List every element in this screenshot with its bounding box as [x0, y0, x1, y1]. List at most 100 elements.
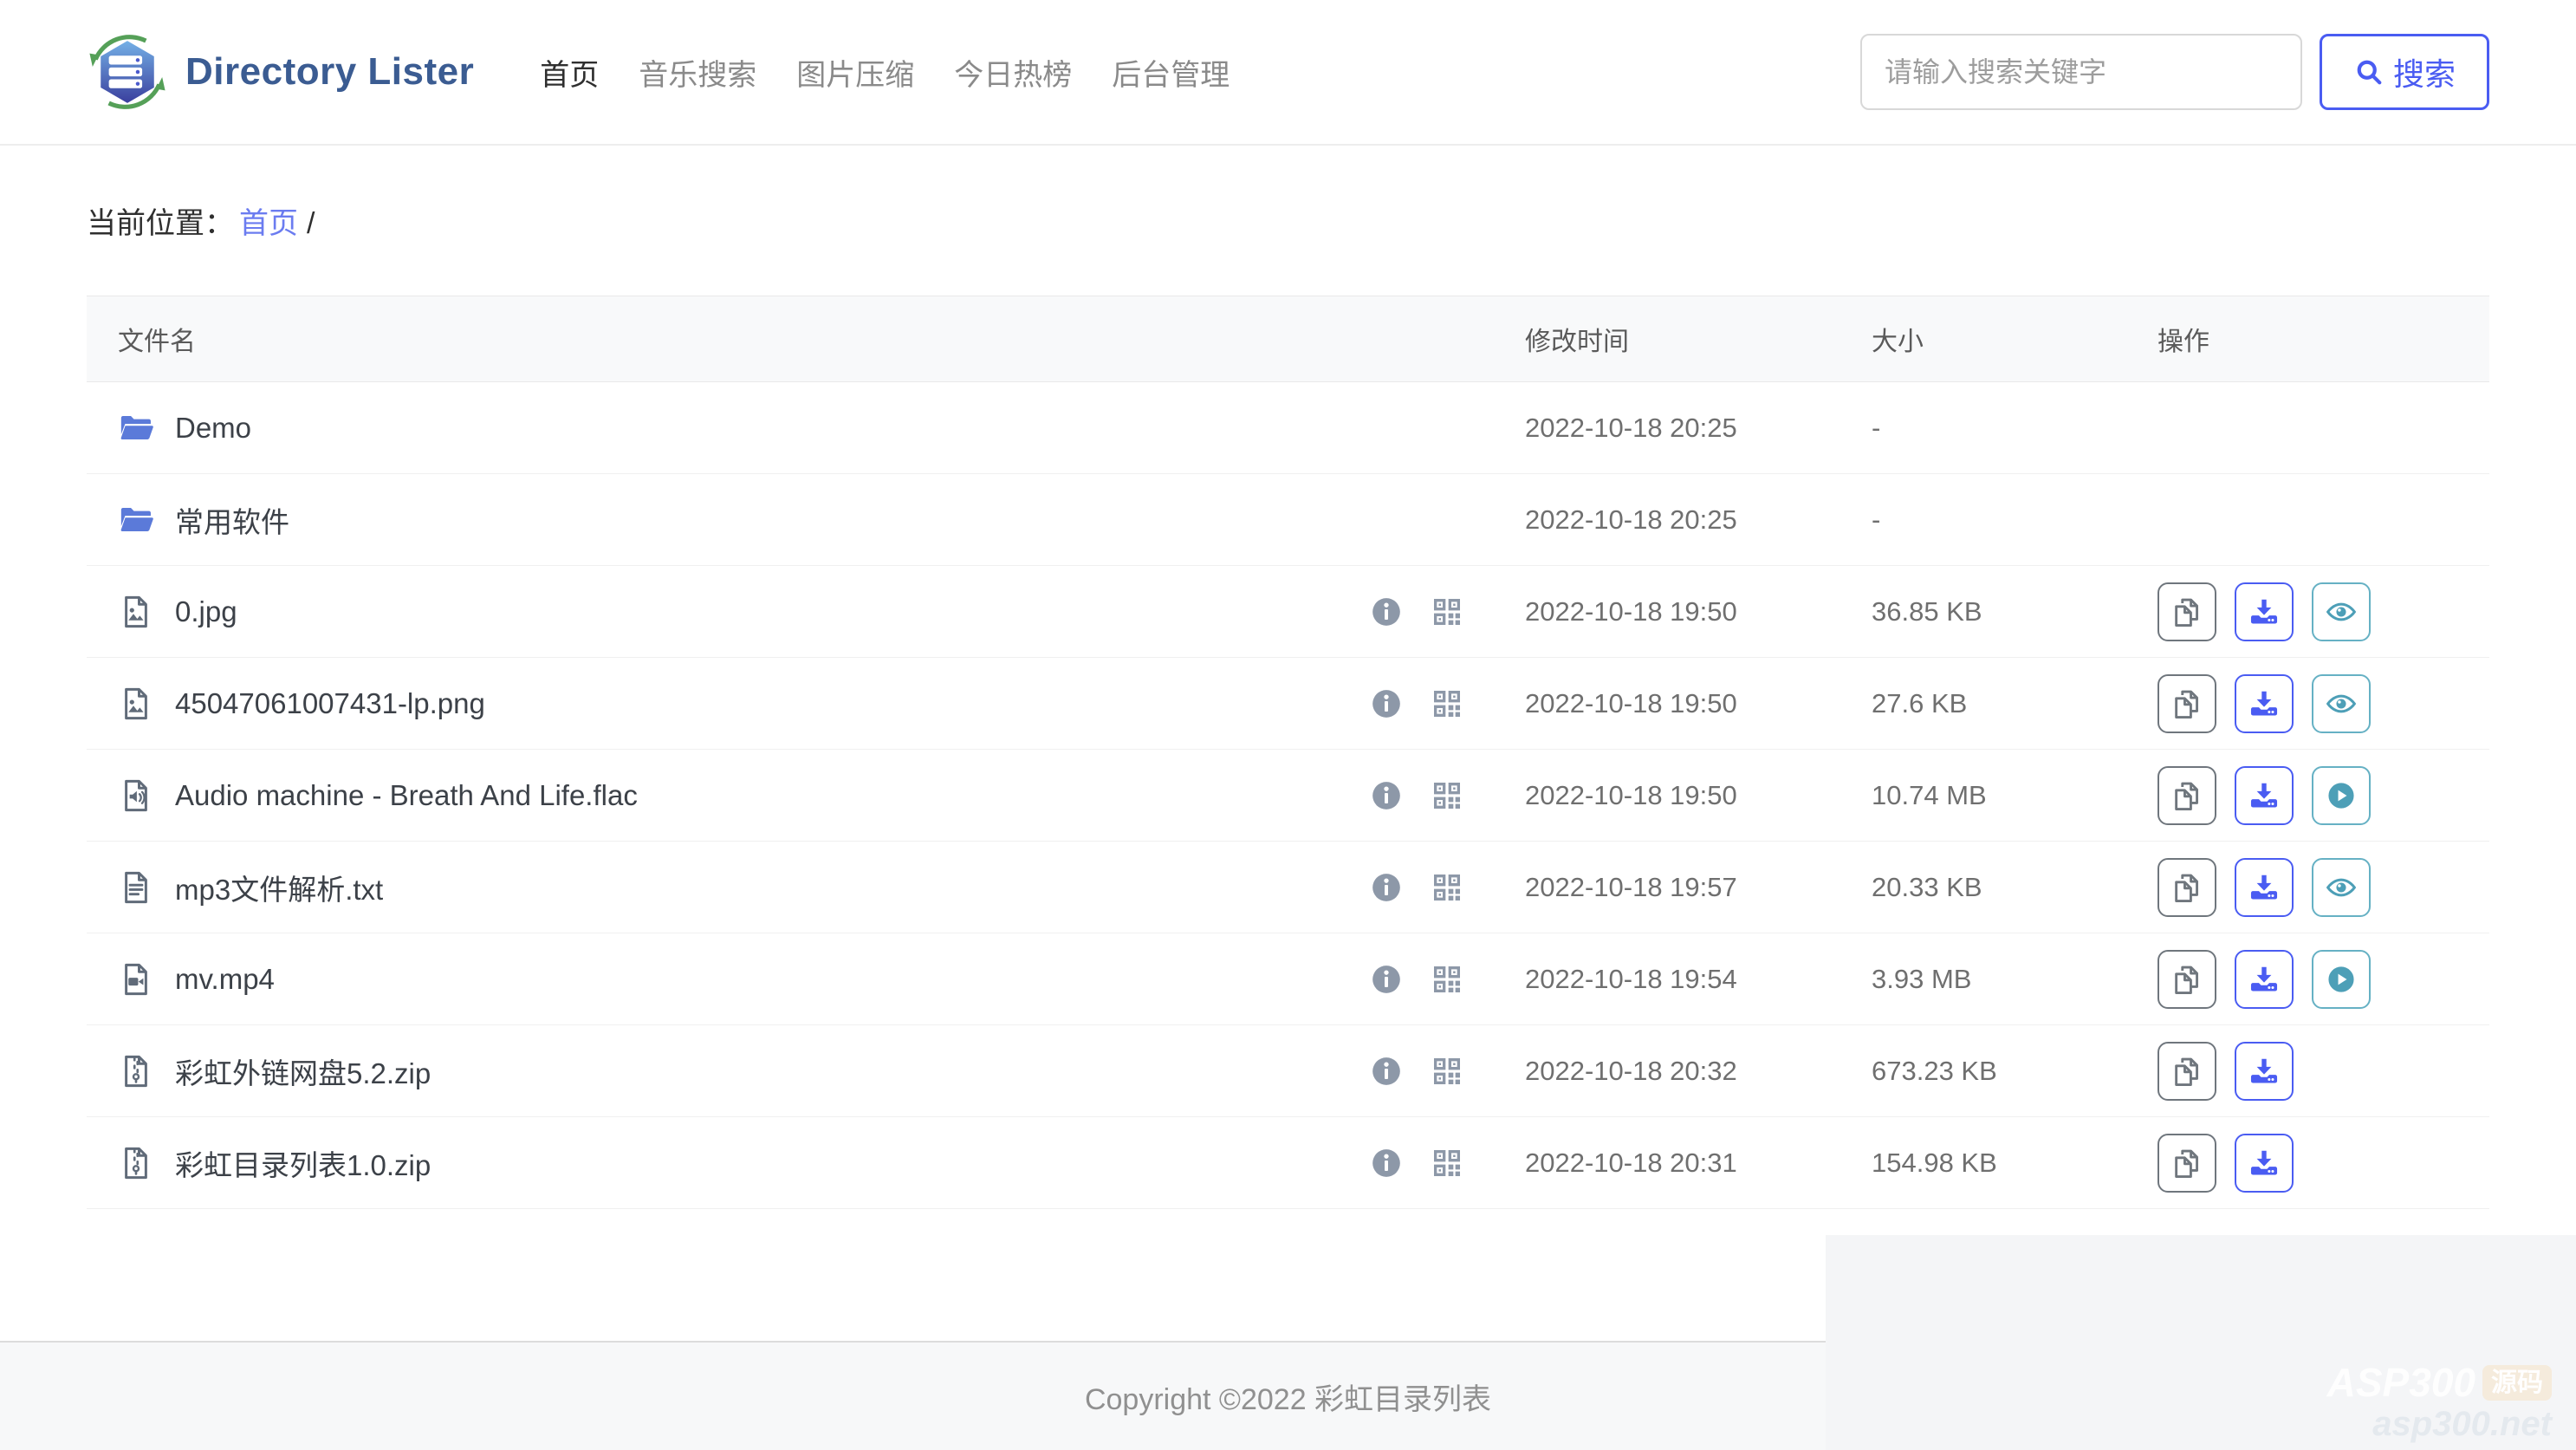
table-header-row: 文件名 修改时间 大小 操作 [87, 296, 2489, 382]
qrcode-icon[interactable] [1430, 870, 1464, 905]
table-row: mv.mp4 2022-10-18 19:54 3.93 MB [87, 933, 2489, 1025]
file-size: 27.6 KB [1872, 688, 2157, 719]
info-icon[interactable] [1369, 686, 1404, 721]
copy-link-button[interactable] [2157, 766, 2216, 825]
qrcode-icon[interactable] [1430, 686, 1464, 721]
preview-button[interactable] [2312, 674, 2371, 733]
download-icon [2248, 1055, 2281, 1088]
file-name-link[interactable]: 常用软件 [175, 499, 289, 541]
brand-title: Directory Lister [185, 50, 474, 94]
qrcode-icon[interactable] [1430, 962, 1464, 997]
column-header-modified: 修改时间 [1525, 320, 1872, 358]
file-size: - [1872, 413, 2157, 444]
preview-button[interactable] [2312, 582, 2371, 641]
table-row: mp3文件解析.txt 2022-10-18 19:57 20.33 KB [87, 842, 2489, 933]
brand-logo[interactable]: Directory Lister [87, 29, 474, 114]
download-button[interactable] [2235, 766, 2294, 825]
download-button[interactable] [2235, 582, 2294, 641]
info-icon[interactable] [1369, 778, 1404, 813]
play-icon [2325, 779, 2358, 812]
copy-link-button[interactable] [2157, 950, 2216, 1009]
search-bar: 搜索 [1860, 34, 2489, 110]
image-file-icon [118, 686, 154, 722]
copy-link-button[interactable] [2157, 1042, 2216, 1101]
copy-link-button[interactable] [2157, 582, 2216, 641]
play-button[interactable] [2312, 950, 2371, 1009]
file-name-link[interactable]: 彩虹外链网盘5.2.zip [175, 1050, 431, 1092]
file-name-link[interactable]: Demo [175, 412, 251, 445]
modified-time: 2022-10-18 20:25 [1525, 504, 1872, 536]
file-name-link[interactable]: Audio machine - Breath And Life.flac [175, 779, 638, 812]
download-icon [2248, 871, 2281, 904]
info-icon[interactable] [1369, 962, 1404, 997]
copy-link-button[interactable] [2157, 858, 2216, 917]
play-button[interactable] [2312, 766, 2371, 825]
nav-item-home[interactable]: 首页 [540, 51, 599, 94]
file-size: 36.85 KB [1872, 596, 2157, 627]
file-name-link[interactable]: 彩虹目录列表1.0.zip [175, 1142, 431, 1184]
file-size: 673.23 KB [1872, 1056, 2157, 1087]
file-name-link[interactable]: 0.jpg [175, 595, 237, 628]
modified-time: 2022-10-18 19:54 [1525, 964, 1872, 995]
copy-link-button[interactable] [2157, 1134, 2216, 1193]
info-icon[interactable] [1369, 870, 1404, 905]
download-button[interactable] [2235, 1134, 2294, 1193]
main-nav: 首页 音乐搜索 图片压缩 今日热榜 后台管理 [540, 51, 1230, 94]
nav-item-admin[interactable]: 后台管理 [1112, 51, 1230, 94]
download-button[interactable] [2235, 1042, 2294, 1101]
column-header-actions: 操作 [2157, 320, 2489, 358]
qrcode-icon[interactable] [1430, 1146, 1464, 1180]
copyright-text: Copyright ©2022 彩虹目录列表 [1085, 1375, 1491, 1418]
breadcrumb-separator: / [307, 207, 315, 240]
search-button[interactable]: 搜索 [2320, 34, 2489, 110]
copy-icon [2170, 871, 2203, 904]
file-size: 10.74 MB [1872, 780, 2157, 811]
row-actions [2157, 582, 2489, 641]
copy-icon [2170, 595, 2203, 628]
info-icon[interactable] [1369, 595, 1404, 629]
table-row: Audio machine - Breath And Life.flac 202… [87, 750, 2489, 842]
row-actions [2157, 950, 2489, 1009]
file-name-link[interactable]: 45047061007431-lp.png [175, 687, 485, 720]
app-header: Directory Lister 首页 音乐搜索 图片压缩 今日热榜 后台管理 … [0, 0, 2576, 146]
file-size: 20.33 KB [1872, 872, 2157, 903]
search-icon [2353, 56, 2385, 88]
nav-item-image-compress[interactable]: 图片压缩 [796, 51, 914, 94]
watermark: ASP300源码 asp300.net [2327, 1361, 2552, 1443]
nav-item-hot-list[interactable]: 今日热榜 [954, 51, 1072, 94]
modified-time: 2022-10-18 20:31 [1525, 1148, 1872, 1179]
search-input[interactable] [1860, 34, 2302, 110]
row-actions [2157, 674, 2489, 733]
download-button[interactable] [2235, 858, 2294, 917]
file-name-link[interactable]: mv.mp4 [175, 963, 275, 996]
column-header-filename: 文件名 [87, 320, 1525, 358]
breadcrumb-home-link[interactable]: 首页 [239, 207, 298, 240]
nav-item-music-search[interactable]: 音乐搜索 [639, 51, 756, 94]
file-size: 154.98 KB [1872, 1148, 2157, 1179]
play-icon [2325, 963, 2358, 996]
download-icon [2248, 1147, 2281, 1180]
folder-open-icon [118, 410, 154, 446]
modified-time: 2022-10-18 19:50 [1525, 688, 1872, 719]
breadcrumb-label: 当前位置： [87, 207, 234, 240]
file-name-link[interactable]: mp3文件解析.txt [175, 867, 383, 908]
eye-icon [2325, 595, 2358, 628]
modified-time: 2022-10-18 20:32 [1525, 1056, 1872, 1087]
preview-button[interactable] [2312, 858, 2371, 917]
file-size: - [1872, 504, 2157, 536]
file-table: 文件名 修改时间 大小 操作 Demo 2022-10-18 20:25 - 常… [87, 296, 2489, 1209]
download-button[interactable] [2235, 950, 2294, 1009]
column-header-size: 大小 [1872, 320, 2157, 358]
download-icon [2248, 687, 2281, 720]
copy-link-button[interactable] [2157, 674, 2216, 733]
modified-time: 2022-10-18 19:57 [1525, 872, 1872, 903]
info-icon[interactable] [1369, 1146, 1404, 1180]
qrcode-icon[interactable] [1430, 778, 1464, 813]
copy-icon [2170, 779, 2203, 812]
download-button[interactable] [2235, 674, 2294, 733]
copy-icon [2170, 687, 2203, 720]
info-icon[interactable] [1369, 1054, 1404, 1089]
qrcode-icon[interactable] [1430, 1054, 1464, 1089]
qrcode-icon[interactable] [1430, 595, 1464, 629]
modified-time: 2022-10-18 20:25 [1525, 413, 1872, 444]
